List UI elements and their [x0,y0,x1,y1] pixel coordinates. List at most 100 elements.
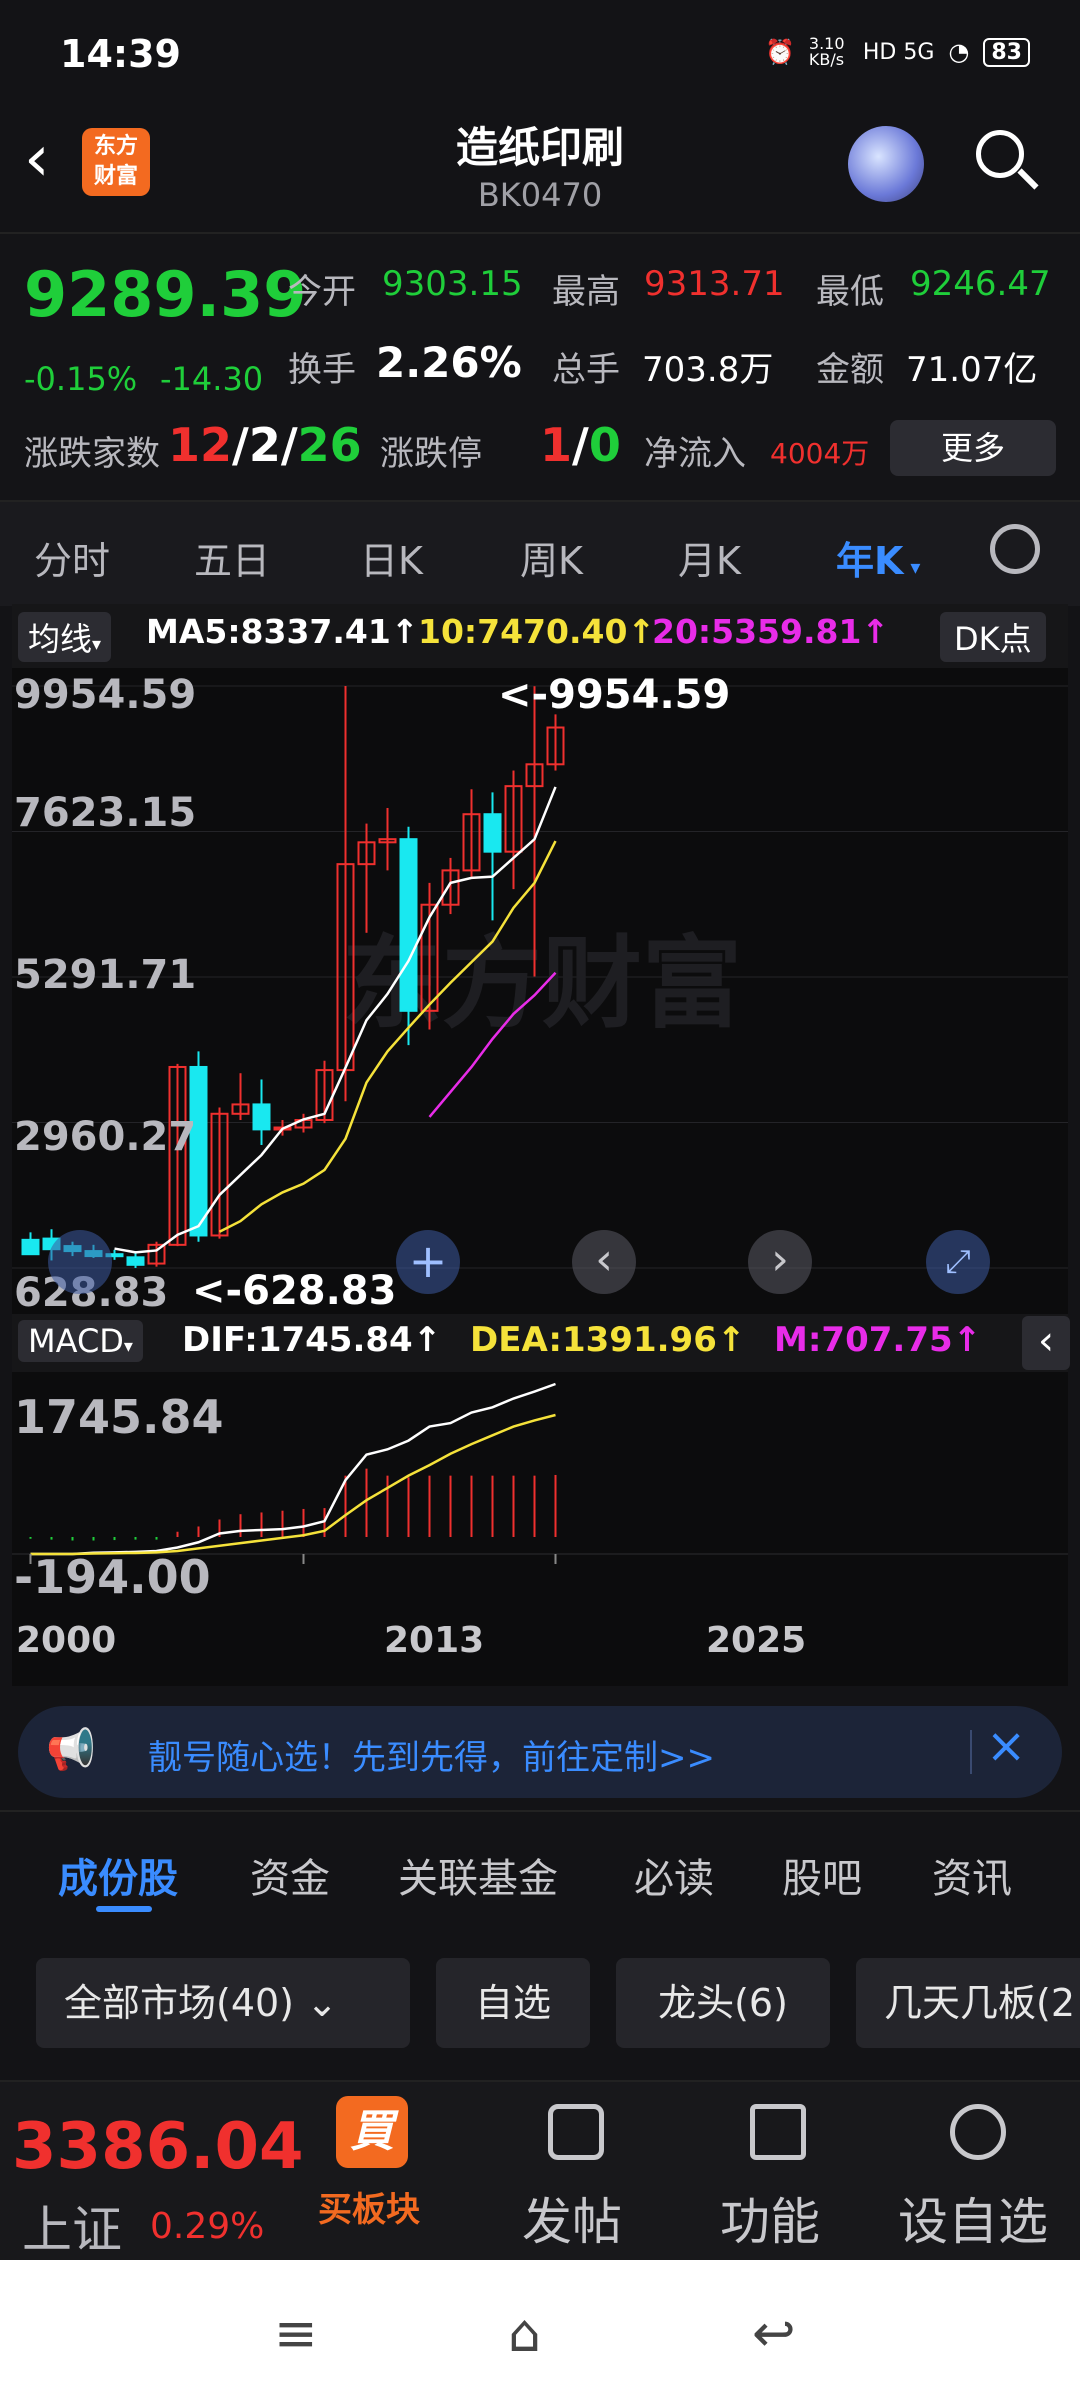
open-label: 今开 [288,272,356,312]
filter-all-markets-label: 全部市场(40) [64,1981,295,2025]
collapse-panel-icon[interactable]: ‹ [1022,1316,1070,1370]
tab-yearly[interactable]: 年K ▾ [836,530,920,585]
close-icon[interactable]: × [986,1718,1026,1774]
y-label-0: 9954.59 [14,672,197,718]
breadth-up: 12 [168,418,233,472]
dk-point-button[interactable]: DK点 [940,612,1046,662]
turnover-label: 换手 [288,350,356,390]
macd-y-top: 1745.84 [14,1390,224,1444]
change-amount: -14.30 [160,360,264,398]
return-icon[interactable]: ↩ [752,2304,796,2364]
max-annotation: <-9954.59 [498,672,731,718]
filter-watchlist[interactable]: 自选 [436,1958,590,2048]
network-type: HD 5G [862,39,935,65]
macd-button-label: MACD [28,1322,124,1360]
breadth-label: 涨跌家数 [24,434,160,474]
breadth-values: 12/2/26 [168,418,362,472]
ad-banner[interactable]: 📢 靓号随心选！先到先得，前往定制>> × [18,1706,1062,1798]
amount-label: 金额 [816,350,884,390]
limit-up: 1 [540,418,573,472]
tab-intraday[interactable]: 分时 [34,530,110,585]
menu-icon[interactable]: ≡ [274,2304,318,2364]
fullscreen-icon[interactable]: ⤢ [926,1230,990,1294]
zoom-in-icon[interactable]: + [396,1230,460,1294]
network-speed: 3.10 KB/s [808,34,845,69]
tab-news[interactable]: 资讯 [932,1846,1012,1904]
tab-must-read[interactable]: 必读 [634,1846,714,1904]
quote-panel: 9289.39 -0.15% -14.30 今开 9303.15 最高 9313… [0,232,1080,502]
buy-sector-icon: 買 [336,2096,408,2168]
filter-consecutive-limit[interactable]: 几天几板(2 [856,1958,1080,2048]
battery-indicator: 83 [983,37,1030,67]
alarm-icon: ⏰ [765,38,795,66]
tab-related-funds[interactable]: 关联基金 [398,1846,558,1904]
filter-leaders[interactable]: 龙头(6) [616,1958,830,2048]
ma20-legend: 20:5359.81↑ [652,612,890,651]
function-grid-icon [750,2104,806,2160]
home-icon[interactable]: ⌂ [508,2304,541,2364]
candle-body [21,1238,40,1256]
netflow-label: 净流入 [644,434,746,474]
x-label-2025: 2025 [706,1620,807,1661]
chevron-down-icon: ⌄ [294,1981,338,2025]
ma10-legend: 10:7470.40↑ [418,612,656,651]
scroll-right-icon[interactable]: › [748,1230,812,1294]
status-bar: 14:39 ⏰ 3.10 KB/s HD 5G ◔ 83 [0,0,1080,110]
change-percent: -0.15% [24,360,138,398]
ma-button-label: 均线 [28,620,93,658]
tab-capital[interactable]: 资金 [250,1846,330,1904]
limit-down: 0 [588,418,621,472]
tab-constituents[interactable]: 成份股 [58,1846,178,1904]
high-value: 9313.71 [644,264,785,304]
limit-label: 涨跌停 [380,434,482,474]
breadth-flat: 2 [248,418,281,472]
scroll-left-icon[interactable]: ‹ [572,1230,636,1294]
breadth-down: 26 [297,418,362,472]
caret-down-icon: ▾ [123,1336,133,1357]
add-watchlist-button[interactable]: 设自选 [898,2182,1048,2254]
ma-selector-button[interactable]: 均线▾ [18,612,112,662]
buy-sector-button[interactable]: 买板块 [318,2182,420,2231]
search-icon[interactable] [976,130,1024,178]
dif-legend: DIF:1745.84↑ [182,1320,442,1360]
system-nav-bar: ≡ ⌂ ↩ [0,2260,1080,2388]
add-watchlist-icon [950,2104,1006,2160]
macd-y-bottom: -194.00 [14,1550,211,1604]
volume-value: 703.8万 [642,350,774,390]
wifi-icon: ◔ [948,38,970,66]
turnover-value: 2.26% [376,338,522,387]
x-label-2000: 2000 [16,1620,117,1661]
breadth-sep: / [280,418,298,472]
zoom-out-icon[interactable] [48,1230,112,1294]
post-button[interactable]: 发帖 [522,2182,622,2254]
m-legend: M:707.75↑ [774,1320,982,1360]
netflow-value: 4004万 [770,437,870,470]
tab-forum[interactable]: 股吧 [782,1846,862,1904]
min-annotation: <-628.83 [192,1268,397,1314]
status-icons: ⏰ 3.10 KB/s HD 5G ◔ 83 [765,36,1030,68]
current-price: 9289.39 [24,258,307,331]
robot-assistant-icon[interactable] [848,126,924,202]
tab-daily[interactable]: 日K [360,530,423,585]
settings-gear-icon[interactable] [990,524,1040,574]
macd-selector-button[interactable]: MACD▾ [18,1320,143,1362]
tab-five-day[interactable]: 五日 [194,530,270,585]
tab-monthly[interactable]: 月K [678,530,741,585]
candle-body [399,838,418,1012]
x-label-2013: 2013 [384,1620,485,1661]
index-value[interactable]: 3386.04 [12,2110,304,2184]
function-button[interactable]: 功能 [720,2182,820,2254]
index-percent: 0.29% [150,2206,265,2247]
more-button[interactable]: 更多 [890,420,1056,476]
y-label-2: 5291.71 [14,952,197,998]
index-name: 上证 [22,2201,122,2259]
dea-legend: DEA:1391.96↑ [470,1320,746,1360]
ma5-legend: MA5:8337.41↑ [146,612,419,651]
filter-all-markets[interactable]: 全部市场(40) ⌄ [36,1958,410,2048]
tab-weekly[interactable]: 周K [520,530,583,585]
caret-down-icon: ▾ [92,634,102,655]
limit-sep: / [572,418,589,472]
limit-values: 1/0 [540,418,621,472]
megaphone-icon: 📢 [46,1727,96,1773]
ad-text[interactable]: 靓号随心选！先到先得，前往定制>> [148,1730,715,1779]
